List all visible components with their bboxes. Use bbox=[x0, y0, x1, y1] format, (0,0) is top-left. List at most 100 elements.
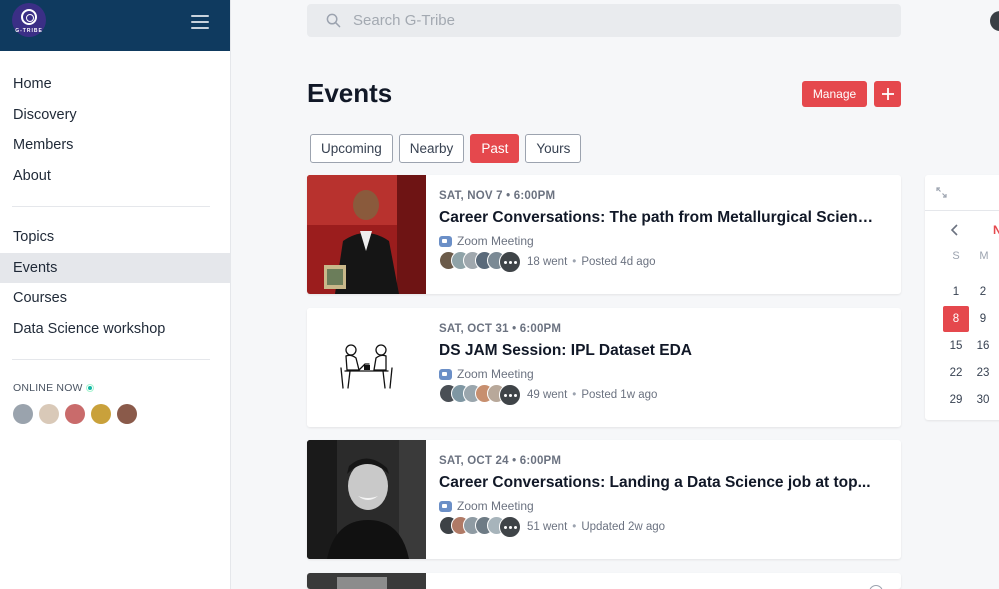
tab-upcoming[interactable]: Upcoming bbox=[310, 134, 393, 163]
calendar-day[interactable]: 16 bbox=[970, 333, 996, 359]
sidebar: G-TRIBE Home Discovery Members About Top… bbox=[0, 0, 231, 589]
zoom-icon bbox=[439, 235, 452, 247]
event-title[interactable]: Career Conversations: The path from Meta… bbox=[439, 209, 881, 227]
event-posted: Posted 1w ago bbox=[581, 389, 658, 401]
sidebar-item-about[interactable]: About bbox=[0, 161, 230, 192]
event-date: SAT, OCT 31 • 6:00PM bbox=[439, 323, 562, 335]
event-filter-tabs: Upcoming Nearby Past Yours bbox=[310, 134, 582, 163]
event-meta: 18 went • Posted 4d ago bbox=[439, 251, 881, 273]
event-meta: 51 went • Updated 2w ago bbox=[439, 516, 881, 538]
event-location-label: Zoom Meeting bbox=[457, 234, 534, 248]
tab-past[interactable]: Past bbox=[470, 134, 520, 163]
calendar-day[interactable]: 1 bbox=[943, 279, 969, 305]
attendee-avatars[interactable] bbox=[439, 384, 521, 406]
attendee-count: 49 went bbox=[527, 389, 568, 401]
sidebar-item-home[interactable]: Home bbox=[0, 69, 230, 100]
event-date: SAT, NOV 7 • 6:00PM bbox=[439, 190, 556, 202]
event-thumbnail bbox=[307, 440, 426, 559]
event-thumbnail bbox=[307, 308, 426, 427]
manage-button[interactable]: Manage bbox=[802, 81, 867, 107]
tab-yours[interactable]: Yours bbox=[525, 134, 582, 163]
event-thumbnail bbox=[307, 175, 426, 294]
meta-separator: • bbox=[572, 256, 577, 268]
event-location: Zoom Meeting bbox=[439, 234, 881, 248]
avatar[interactable] bbox=[91, 404, 111, 424]
event-card-menu-icon[interactable] bbox=[869, 585, 883, 589]
page-title: Events bbox=[307, 78, 393, 108]
calendar-divider bbox=[925, 210, 999, 211]
sidebar-item-discovery[interactable]: Discovery bbox=[0, 100, 230, 131]
chevron-left-icon[interactable] bbox=[950, 223, 960, 237]
event-title[interactable]: Career Conversations: Landing a Data Sci… bbox=[439, 474, 881, 492]
calendar-day[interactable]: 30 bbox=[970, 387, 996, 413]
logo-icon bbox=[21, 9, 37, 25]
meta-separator: • bbox=[572, 389, 577, 401]
attendee-avatars[interactable] bbox=[439, 516, 521, 538]
calendar-day[interactable]: 22 bbox=[943, 360, 969, 386]
online-now-heading: ONLINE NOW bbox=[0, 382, 230, 394]
event-thumbnail bbox=[307, 573, 426, 589]
add-event-button[interactable] bbox=[874, 81, 901, 107]
plus-icon bbox=[881, 88, 894, 100]
g-tribe-logo[interactable]: G-TRIBE bbox=[12, 3, 46, 37]
hamburger-menu-icon[interactable] bbox=[191, 15, 209, 29]
event-card-body: SAT, OCT 24 • 6:00PM Career Conversation… bbox=[439, 455, 881, 538]
sidebar-item-events[interactable]: Events bbox=[0, 252, 230, 283]
user-avatar[interactable] bbox=[990, 11, 999, 31]
sidebar-item-courses[interactable]: Courses bbox=[0, 283, 230, 314]
online-status-dot bbox=[86, 385, 93, 391]
search-bar bbox=[307, 4, 901, 37]
event-title[interactable]: DS JAM Session: IPL Dataset EDA bbox=[439, 342, 881, 360]
more-attendees-icon bbox=[499, 251, 521, 273]
event-card[interactable]: SAT, OCT 24 • 6:00PM Career Conversation… bbox=[307, 440, 901, 559]
more-attendees-icon bbox=[499, 384, 521, 406]
calendar-day-selected[interactable]: 8 bbox=[943, 306, 969, 332]
event-location: Zoom Meeting bbox=[439, 499, 881, 513]
event-card[interactable]: SAT, OCT 31 • 6:00PM DS JAM Session: IPL… bbox=[307, 308, 901, 427]
sidebar-nav: Home Discovery Members About Topics Even… bbox=[0, 51, 230, 360]
zoom-icon bbox=[439, 500, 452, 512]
online-now-label: ONLINE NOW bbox=[13, 382, 83, 394]
sidebar-item-data-science-workshop[interactable]: Data Science workshop bbox=[0, 314, 230, 345]
avatar[interactable] bbox=[39, 404, 59, 424]
sidebar-item-topics[interactable]: Topics bbox=[0, 222, 230, 253]
attendee-count: 51 went bbox=[527, 521, 568, 533]
avatar[interactable] bbox=[65, 404, 85, 424]
calendar-day[interactable]: 2 bbox=[970, 279, 996, 305]
sidebar-header: G-TRIBE bbox=[0, 0, 230, 51]
event-card[interactable]: SAT, NOV 7 • 6:00PM Career Conversations… bbox=[307, 175, 901, 294]
attendee-count: 18 went bbox=[527, 256, 568, 268]
logo-text: G-TRIBE bbox=[15, 28, 43, 34]
avatar[interactable] bbox=[117, 404, 137, 424]
calendar-day[interactable]: 9 bbox=[970, 306, 996, 332]
event-posted: Updated 2w ago bbox=[581, 521, 666, 533]
calendar-day[interactable]: 15 bbox=[943, 333, 969, 359]
search-input[interactable] bbox=[353, 12, 853, 29]
sidebar-divider bbox=[12, 206, 210, 207]
calendar-widget: N S M 1 2 8 9 15 16 22 23 29 30 bbox=[925, 175, 999, 420]
zoom-icon bbox=[439, 368, 452, 380]
calendar-dow: S bbox=[952, 250, 960, 262]
event-location-label: Zoom Meeting bbox=[457, 367, 534, 381]
tab-nearby[interactable]: Nearby bbox=[398, 134, 465, 163]
calendar-day[interactable]: 29 bbox=[943, 387, 969, 413]
event-card-body: SAT, OCT 31 • 6:00PM DS JAM Session: IPL… bbox=[439, 323, 881, 406]
more-attendees-icon bbox=[499, 516, 521, 538]
meta-separator: • bbox=[572, 521, 577, 533]
avatar[interactable] bbox=[13, 404, 33, 424]
event-location: Zoom Meeting bbox=[439, 367, 881, 381]
event-posted: Posted 4d ago bbox=[581, 256, 656, 268]
event-location-label: Zoom Meeting bbox=[457, 499, 534, 513]
attendee-avatars[interactable] bbox=[439, 251, 521, 273]
calendar-month: N bbox=[993, 223, 999, 237]
search-icon bbox=[326, 13, 341, 28]
calendar-dow: M bbox=[979, 250, 989, 262]
expand-icon[interactable] bbox=[936, 187, 947, 198]
event-date: SAT, OCT 24 • 6:00PM bbox=[439, 455, 562, 467]
event-card[interactable] bbox=[307, 573, 901, 589]
event-meta: 49 went • Posted 1w ago bbox=[439, 384, 881, 406]
event-card-body: SAT, NOV 7 • 6:00PM Career Conversations… bbox=[439, 190, 881, 273]
sidebar-item-members[interactable]: Members bbox=[0, 130, 230, 161]
sidebar-divider bbox=[12, 359, 210, 360]
calendar-day[interactable]: 23 bbox=[970, 360, 996, 386]
